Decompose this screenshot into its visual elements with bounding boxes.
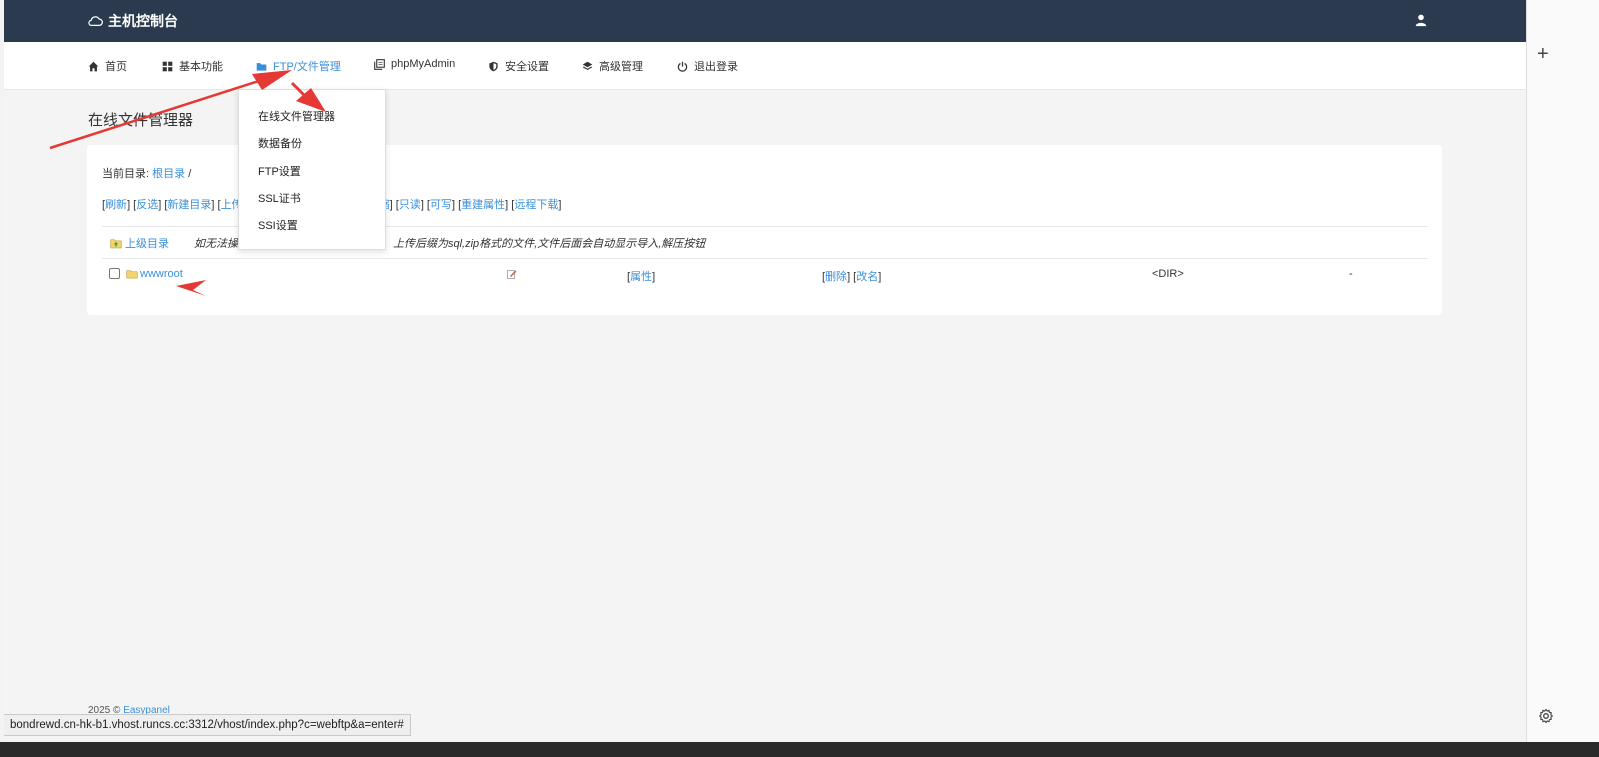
- top-bar: 主机控制台: [4, 0, 1526, 42]
- nav-home-label: 首页: [105, 61, 127, 73]
- edit-icon[interactable]: [507, 269, 517, 279]
- nav-phpmyadmin[interactable]: phpMyAdmin: [374, 58, 455, 70]
- current-directory: 当前目录: 根目录 /: [102, 165, 191, 181]
- gear-icon[interactable]: [1538, 708, 1554, 724]
- brand[interactable]: 主机控制台: [88, 11, 178, 31]
- rebuild-attrs-link[interactable]: 重建属性: [461, 199, 505, 211]
- attrs-cell: [属性]: [627, 271, 656, 283]
- current-dir-label: 当前目录:: [102, 168, 150, 180]
- writable-link[interactable]: 可写: [430, 199, 452, 211]
- attrs-link[interactable]: 属性: [630, 271, 652, 283]
- hint-end: ，上传后缀为sql,zip格式的文件,文件后面会自动显示导入,解压按钮: [382, 238, 706, 250]
- nav-basic[interactable]: 基本功能: [162, 58, 223, 74]
- cloud-icon: [88, 16, 103, 26]
- grid-icon: [162, 61, 173, 71]
- file-name-link[interactable]: wwwroot: [140, 268, 183, 280]
- shield-icon: [489, 61, 498, 71]
- invert-selection-link[interactable]: 反选: [136, 199, 158, 211]
- taskbar-strip: [0, 742, 1599, 757]
- menu-item-ssi-settings[interactable]: SSI设置: [258, 217, 298, 233]
- nav-advanced-label: 高级管理: [599, 61, 643, 73]
- user-icon[interactable]: [1414, 13, 1428, 27]
- nav-logout-label: 退出登录: [694, 61, 738, 73]
- nav-phpmyadmin-label: phpMyAdmin: [391, 58, 456, 70]
- rename-link[interactable]: 改名: [856, 271, 878, 283]
- remote-download-link[interactable]: 远程下载: [514, 199, 558, 211]
- nav-ftp[interactable]: FTP/文件管理: [256, 58, 341, 74]
- brand-title: 主机控制台: [108, 13, 178, 29]
- divider: [102, 258, 1428, 259]
- status-bar-url: bondrewd.cn-hk-b1.vhost.runcs.cc:3312/vh…: [4, 714, 411, 736]
- ftp-dropdown-menu: 在线文件管理器 数据备份 FTP设置 SSL证书 SSI设置: [238, 89, 386, 250]
- hint-start: 如无法操: [194, 238, 238, 250]
- size-cell: -: [1349, 268, 1353, 280]
- layers-icon: [582, 61, 593, 70]
- folder-icon: [126, 270, 138, 279]
- nav-advanced[interactable]: 高级管理: [582, 58, 643, 74]
- browser-side-rail: [1527, 0, 1599, 742]
- power-icon: [677, 61, 688, 72]
- menu-item-ssl-cert[interactable]: SSL证书: [258, 190, 301, 206]
- nav-logout[interactable]: 退出登录: [677, 58, 738, 74]
- table-row: wwwroot [属性] [删除] [改名] <DIR> -: [87, 263, 1442, 285]
- main-nav: 首页 基本功能 FTP/文件管理 phpMyAdmin 安全设置 高级管理 退出…: [4, 42, 1526, 90]
- parent-dir-link[interactable]: 上级目录: [110, 235, 169, 251]
- menu-item-ftp-settings[interactable]: FTP设置: [258, 163, 301, 179]
- current-dir-suffix: /: [188, 168, 192, 180]
- nav-security[interactable]: 安全设置: [488, 58, 549, 74]
- nav-security-label: 安全设置: [505, 61, 549, 73]
- add-icon[interactable]: +: [1537, 44, 1549, 64]
- folder-icon: [256, 62, 267, 71]
- page-title: 在线文件管理器: [88, 112, 194, 129]
- parent-dir-label: 上级目录: [125, 238, 169, 250]
- root-dir-link[interactable]: 根目录: [152, 168, 185, 180]
- nav-ftp-label: FTP/文件管理: [273, 61, 341, 73]
- nav-home[interactable]: 首页: [88, 58, 127, 74]
- delete-link[interactable]: 删除: [825, 271, 847, 283]
- menu-item-online-file-manager[interactable]: 在线文件管理器: [258, 108, 335, 124]
- row-checkbox[interactable]: [109, 268, 120, 279]
- folder-up-icon: [110, 238, 122, 248]
- type-cell: <DIR>: [1152, 268, 1184, 280]
- new-dir-link[interactable]: 新建目录: [167, 199, 211, 211]
- app-window: 主机控制台 首页 基本功能 FTP/文件管理 phpMyAdmin 安全设置 高…: [4, 0, 1527, 742]
- refresh-link[interactable]: 刷新: [105, 199, 127, 211]
- home-icon: [88, 61, 99, 71]
- readonly-link[interactable]: 只读: [399, 199, 421, 211]
- database-book-icon: [374, 58, 385, 70]
- actions-cell: [删除] [改名]: [822, 271, 882, 283]
- menu-item-data-backup[interactable]: 数据备份: [258, 135, 302, 151]
- nav-basic-label: 基本功能: [179, 61, 223, 73]
